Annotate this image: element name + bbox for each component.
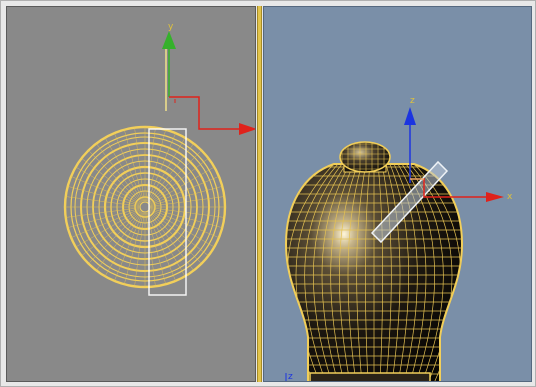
z-axis-label: z [410, 96, 415, 106]
x-axis-label: x [507, 192, 513, 202]
viewport-front[interactable]: z x z [263, 6, 532, 382]
front-view-canvas[interactable]: z x z [264, 7, 532, 382]
wireframe-vase[interactable] [264, 140, 532, 382]
y-axis-label: y [168, 22, 174, 32]
viewport-top[interactable]: y [6, 6, 256, 382]
screenshot-frame: y z x z [0, 0, 536, 387]
top-view-canvas[interactable]: y [7, 7, 256, 382]
wireframe-disc[interactable] [63, 125, 227, 289]
viewport-divider[interactable] [257, 6, 262, 382]
corner-z-axis-label: z [288, 372, 293, 382]
transform-gizmo-top[interactable]: y [162, 22, 256, 135]
